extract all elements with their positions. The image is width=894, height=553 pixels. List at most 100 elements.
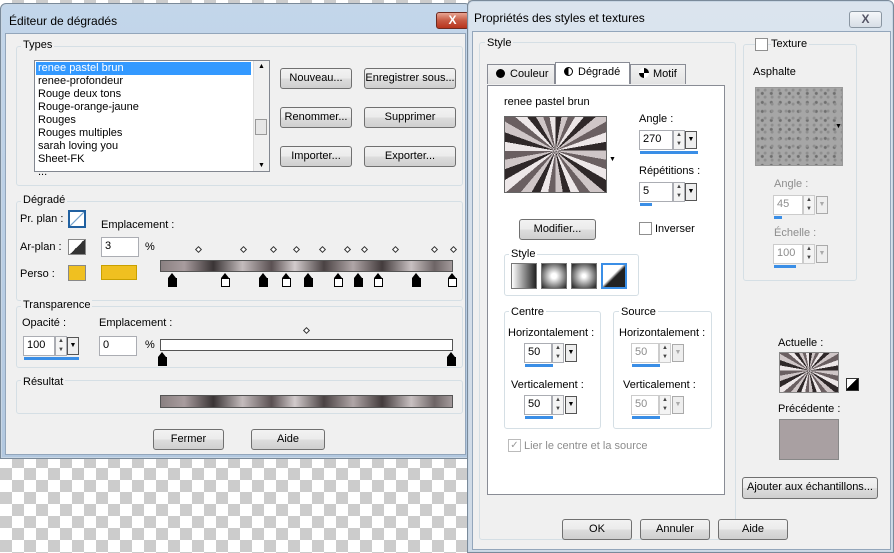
import-button[interactable]: Importer...: [280, 146, 352, 167]
help-button[interactable]: Aide: [251, 429, 325, 450]
rename-button[interactable]: Renommer...: [280, 107, 352, 128]
source-h-input[interactable]: 50: [631, 343, 659, 363]
tab-gradient[interactable]: Dégradé: [555, 62, 630, 84]
gradient-stop[interactable]: [221, 273, 230, 287]
gradient-stop[interactable]: [259, 273, 268, 287]
texture-checkbox[interactable]: [755, 38, 768, 51]
close-button[interactable]: X: [849, 11, 882, 28]
tex-angle-input[interactable]: 45: [773, 195, 803, 215]
custom-color-bar[interactable]: [101, 265, 137, 280]
custom-swatch-icon[interactable]: [68, 265, 86, 281]
types-scrollbar[interactable]: ▲ ▼: [253, 61, 269, 171]
gradient-stop[interactable]: [374, 273, 383, 287]
transparency-stop-start[interactable]: [158, 352, 167, 366]
center-v-level: [525, 416, 553, 419]
tab-pattern-label: Motif: [653, 68, 677, 80]
source-h-spinner[interactable]: ▲ ▼: [659, 343, 671, 363]
tab-color[interactable]: Couleur: [487, 64, 555, 84]
linear-style-icon[interactable]: [511, 263, 537, 289]
gradient-color-bar[interactable]: [160, 260, 453, 272]
list-item[interactable]: ...: [36, 166, 251, 179]
list-item[interactable]: Rouges multiples: [36, 127, 251, 140]
gradient-stop[interactable]: [412, 273, 421, 287]
gradient-editor-body: Types renee pastel brun renee-profondeur R…: [5, 33, 466, 455]
transparency-bar[interactable]: [160, 339, 453, 351]
repeats-spinner[interactable]: ▲ ▼: [673, 182, 685, 202]
gradient-stop[interactable]: [304, 273, 313, 287]
list-item[interactable]: Rouge-orange-jaune: [36, 101, 251, 114]
scroll-up-icon[interactable]: ▲: [254, 63, 269, 70]
source-v-dropdown-icon[interactable]: ▼: [672, 396, 684, 414]
style-properties-titlebar[interactable]: Propriétés des styles et textures: [468, 1, 893, 31]
sunburst-style-icon[interactable]: [601, 263, 627, 289]
gradient-stop[interactable]: [334, 273, 343, 287]
source-v-input[interactable]: 50: [631, 395, 659, 415]
texture-preview[interactable]: [755, 87, 843, 166]
link-checkbox[interactable]: ✓: [508, 439, 521, 452]
scroll-down-icon[interactable]: ▼: [254, 162, 269, 169]
add-swatch-button[interactable]: Ajouter aux échantillons...: [742, 477, 878, 499]
ok-button[interactable]: OK: [562, 519, 632, 540]
center-h-input[interactable]: 50: [524, 343, 552, 363]
gradient-stop[interactable]: [168, 273, 177, 287]
gradient-preview-dropdown-icon[interactable]: ▼: [609, 156, 616, 163]
opacity-spinner[interactable]: ▲ ▼: [55, 336, 67, 356]
rectangular-style-icon[interactable]: [541, 263, 567, 289]
list-item[interactable]: renee-profondeur: [36, 75, 251, 88]
help-button[interactable]: Aide: [718, 519, 788, 540]
list-item[interactable]: Rouges: [36, 114, 251, 127]
modify-button[interactable]: Modifier...: [519, 219, 596, 240]
export-button[interactable]: Exporter...: [364, 146, 456, 167]
center-v-dropdown-icon[interactable]: ▼: [565, 396, 577, 414]
delete-button[interactable]: Supprimer: [364, 107, 456, 128]
gradient-preview[interactable]: [504, 116, 607, 193]
cancel-button[interactable]: Annuler: [640, 519, 710, 540]
center-h-spinner[interactable]: ▲ ▼: [552, 343, 564, 363]
angle-dropdown-icon[interactable]: ▼: [685, 131, 697, 149]
gradient-editor-titlebar[interactable]: Éditeur de dégradés: [1, 4, 470, 34]
scale-spinner[interactable]: ▲ ▼: [803, 244, 815, 264]
tab-pattern[interactable]: Motif: [630, 64, 686, 84]
opacity-input[interactable]: 100: [23, 336, 55, 356]
list-item[interactable]: Rouge deux tons: [36, 88, 251, 101]
angle-spinner[interactable]: ▲ ▼: [673, 130, 685, 150]
scale-dropdown-icon[interactable]: ▼: [816, 245, 828, 263]
radial-style-icon[interactable]: [571, 263, 597, 289]
opacity-dropdown-icon[interactable]: ▼: [67, 337, 79, 355]
close-button[interactable]: X: [436, 12, 469, 29]
types-list[interactable]: renee pastel brun renee-profondeur Rouge d…: [34, 60, 270, 178]
list-item[interactable]: sarah loving you: [36, 140, 251, 153]
transparency-stop-end[interactable]: [447, 352, 456, 366]
scroll-thumb[interactable]: [255, 119, 267, 135]
repeats-input[interactable]: 5: [639, 182, 673, 202]
new-button[interactable]: Nouveau...: [280, 68, 352, 89]
center-v-input[interactable]: 50: [524, 395, 552, 415]
invert-checkbox[interactable]: [639, 222, 652, 235]
repeats-dropdown-icon[interactable]: ▼: [685, 183, 697, 201]
center-v-spinner[interactable]: ▲ ▼: [552, 395, 564, 415]
foreground-swatch-icon[interactable]: [68, 210, 86, 228]
repeats-level: [640, 203, 652, 206]
scale-input[interactable]: 100: [773, 244, 803, 264]
save-as-button[interactable]: Enregistrer sous...: [364, 68, 456, 89]
angle-input[interactable]: 270: [639, 130, 673, 150]
center-h-dropdown-icon[interactable]: ▼: [565, 344, 577, 362]
source-v-spinner[interactable]: ▲ ▼: [659, 395, 671, 415]
source-h-dropdown-icon[interactable]: ▼: [672, 344, 684, 362]
close-editor-button[interactable]: Fermer: [153, 429, 224, 450]
background-swatch-icon[interactable]: [68, 239, 86, 255]
list-item[interactable]: renee pastel brun: [36, 62, 251, 75]
current-swatch[interactable]: [779, 352, 839, 393]
texture-dropdown-icon[interactable]: ▼: [835, 123, 842, 130]
tex-angle-dropdown-icon[interactable]: ▼: [816, 196, 828, 214]
trans-location-input[interactable]: 0: [99, 336, 137, 356]
previous-swatch[interactable]: [779, 419, 839, 460]
gradient-stop[interactable]: [354, 273, 363, 287]
gradient-stop[interactable]: [282, 273, 291, 287]
tex-angle-spinner[interactable]: ▲ ▼: [803, 195, 815, 215]
pattern-icon: [639, 68, 649, 78]
gradient-stop[interactable]: [448, 273, 457, 287]
location-input[interactable]: 3: [101, 237, 139, 257]
swap-icon[interactable]: [846, 378, 859, 391]
list-item[interactable]: Sheet-FK: [36, 153, 251, 166]
